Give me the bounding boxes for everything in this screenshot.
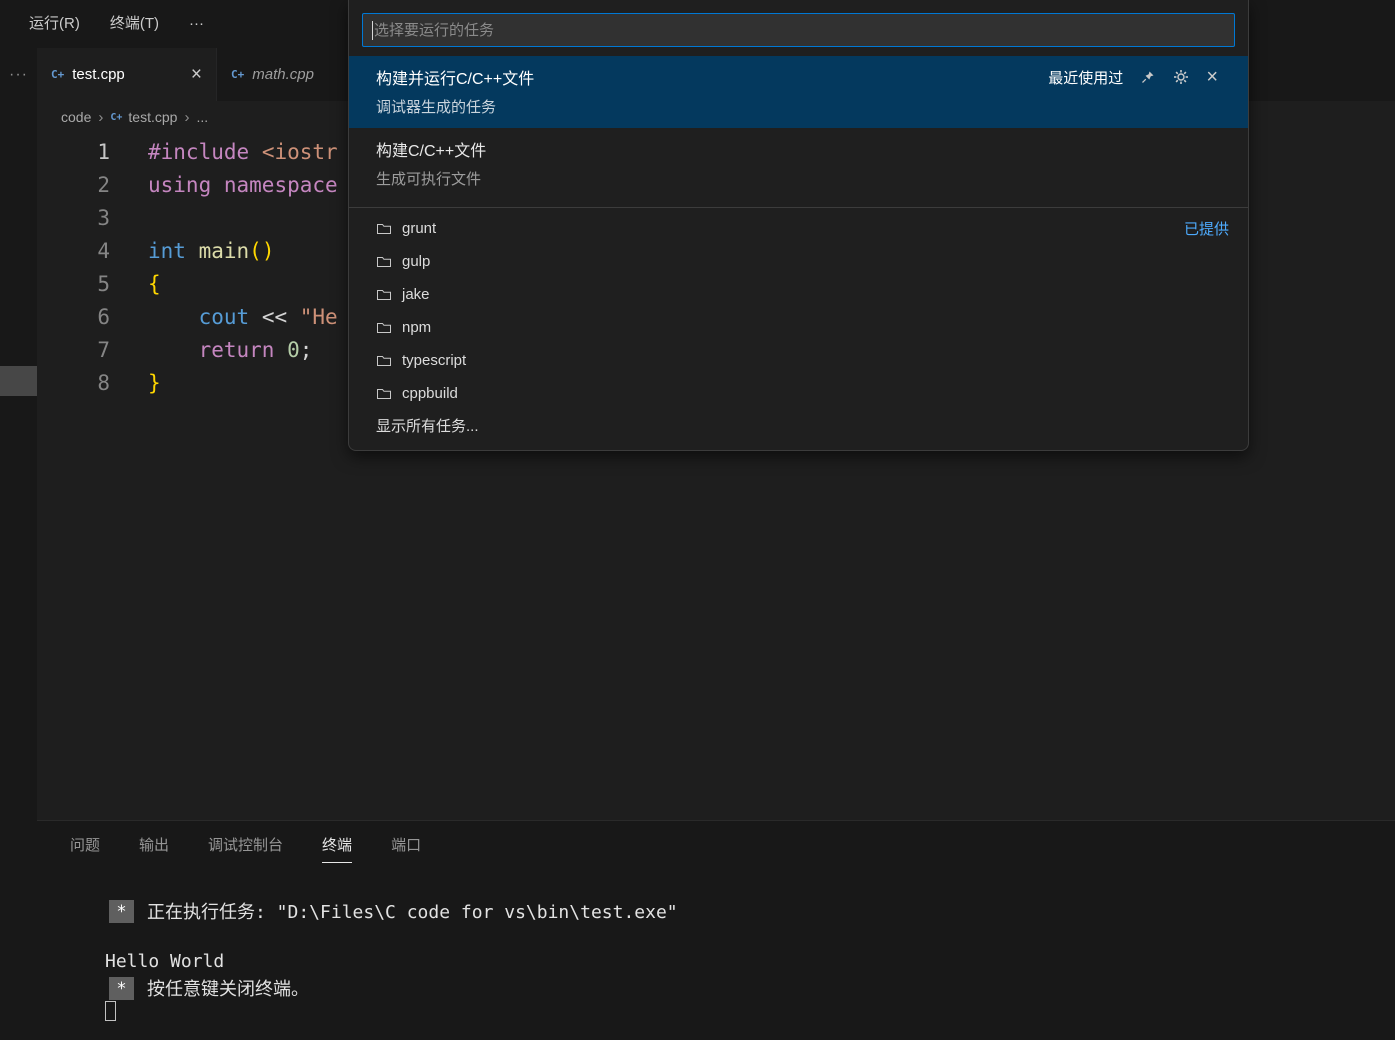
cpp-file-icon: C+ — [51, 68, 64, 81]
menu-item[interactable]: 终端(T) — [95, 0, 174, 48]
task-label: grunt — [402, 220, 436, 237]
terminal-exit-line: * 按任意键关闭终端。 — [109, 975, 309, 1001]
chevron-right-icon: › — [184, 109, 189, 126]
line-number: 7 — [37, 334, 110, 367]
folder-icon — [376, 287, 392, 303]
task-running-badge: * — [109, 900, 134, 923]
quickpick-task-item[interactable]: gulp — [349, 245, 1248, 278]
tab-label: math.cpp — [252, 66, 314, 83]
chevron-right-icon: › — [98, 109, 103, 126]
code-text: { — [110, 268, 161, 301]
line-number: 3 — [37, 202, 110, 235]
code-text: cout << "He — [110, 301, 338, 334]
bottom-panel: 问题输出调试控制台终端端口 * 正在执行任务: "D:\Files\C code… — [37, 820, 1395, 1040]
terminal[interactable]: * 正在执行任务: "D:\Files\C code for vs\bin\te… — [37, 873, 1395, 1040]
breadcrumb-symbol[interactable]: ... — [196, 109, 208, 125]
panel-tab[interactable]: 终端 — [322, 821, 352, 863]
quickpick-task-item[interactable]: typescript — [349, 344, 1248, 377]
folder-icon — [376, 254, 392, 270]
panel-tab[interactable]: 调试控制台 — [208, 821, 283, 863]
code-text: int main() — [110, 235, 274, 268]
folder-icon — [376, 221, 392, 237]
vscode-window: 运行(R)终端(T)··· ··· C+test.cpp×C+math.cpp … — [0, 0, 1395, 1040]
close-icon[interactable]: × — [1206, 69, 1218, 85]
breadcrumb-folder[interactable]: code — [61, 109, 91, 125]
quickpick-task-item[interactable]: cppbuild — [349, 377, 1248, 410]
line-number: 4 — [37, 235, 110, 268]
folder-icon — [376, 320, 392, 336]
code-text: #include <iostr — [110, 136, 338, 169]
activity-indicator — [0, 366, 37, 396]
terminal-output-text: Hello World — [105, 951, 224, 972]
line-number: 5 — [37, 268, 110, 301]
menu-item[interactable]: ··· — [174, 0, 219, 48]
task-label: jake — [402, 286, 430, 303]
task-label: gulp — [402, 253, 430, 270]
terminal-cursor — [105, 1001, 116, 1021]
code-text — [110, 202, 148, 235]
folder-icon — [376, 386, 392, 402]
quickpick-input-wrap — [362, 13, 1235, 47]
quickpick-item-description: 生成可执行文件 — [376, 168, 1218, 189]
folder-icon — [376, 353, 392, 369]
provided-badge: 已提供 — [1184, 218, 1229, 239]
code-text: } — [110, 367, 161, 400]
panel-tab[interactable]: 问题 — [70, 821, 100, 863]
quickpick-item-recent[interactable]: 构建并运行C/C++文件 最近使用过 × 调试器生成的任务 — [349, 56, 1248, 128]
quickpick-task-list: grunt 已提供 gulp jake npm typescript cppbuild — [349, 212, 1248, 410]
recently-used-badge: 最近使用过 — [1048, 67, 1123, 88]
panel-tab[interactable]: 输出 — [139, 821, 169, 863]
line-number: 2 — [37, 169, 110, 202]
task-quickpick: 构建并运行C/C++文件 最近使用过 × 调试器生成的任务 构建C/C++文件 — [348, 0, 1249, 451]
menu-item[interactable]: 运行(R) — [14, 0, 95, 48]
tab-close-button[interactable]: × — [191, 65, 202, 84]
tab-label: test.cpp — [72, 66, 125, 83]
quickpick-input[interactable] — [373, 22, 1234, 39]
quickpick-task-item[interactable]: jake — [349, 278, 1248, 311]
code-text: using namespace — [110, 169, 338, 202]
editor-tab[interactable]: C+ math.cpp — [217, 48, 367, 101]
breadcrumb-file-label: test.cpp — [128, 109, 177, 125]
terminal-output-line: Hello World — [105, 951, 224, 972]
code-text: return 0; — [110, 334, 312, 367]
terminal-exec-line: * 正在执行任务: "D:\Files\C code for vs\bin\te… — [109, 898, 678, 924]
separator — [349, 207, 1248, 208]
panel-tab[interactable]: 端口 — [391, 821, 421, 863]
pin-icon[interactable] — [1140, 69, 1156, 85]
panel-tab-bar: 问题输出调试控制台终端端口 — [37, 821, 1395, 867]
line-number: 6 — [37, 301, 110, 334]
cpp-file-icon: C+ — [231, 68, 244, 81]
terminal-exec-text: 正在执行任务: "D:\Files\C code for vs\bin\test… — [147, 898, 678, 924]
show-all-tasks-item[interactable]: 显示所有任务... — [349, 410, 1248, 443]
task-label: typescript — [402, 352, 466, 369]
quickpick-item-title: 构建C/C++文件 — [376, 137, 486, 161]
editor-tab[interactable]: C+ test.cpp × — [37, 48, 217, 101]
activity-bar: ··· — [0, 48, 37, 1040]
quickpick-task-item[interactable]: npm — [349, 311, 1248, 344]
quickpick-item-title: 构建并运行C/C++文件 — [376, 65, 534, 89]
gear-icon[interactable] — [1173, 69, 1189, 85]
task-exit-badge: * — [109, 977, 134, 1000]
quickpick-item-description: 调试器生成的任务 — [376, 96, 1218, 117]
line-number: 8 — [37, 367, 110, 400]
cpp-file-icon: C+ — [110, 112, 122, 123]
line-number: 1 — [37, 136, 110, 169]
quickpick-task-item[interactable]: grunt 已提供 — [349, 212, 1248, 245]
more-actions-icon[interactable]: ··· — [0, 66, 37, 84]
terminal-exit-text: 按任意键关闭终端。 — [147, 975, 309, 1001]
breadcrumb-file[interactable]: C+ test.cpp — [110, 109, 177, 125]
task-label: cppbuild — [402, 385, 458, 402]
task-label: npm — [402, 319, 431, 336]
quickpick-item-configured[interactable]: 构建C/C++文件 生成可执行文件 — [349, 128, 1248, 200]
